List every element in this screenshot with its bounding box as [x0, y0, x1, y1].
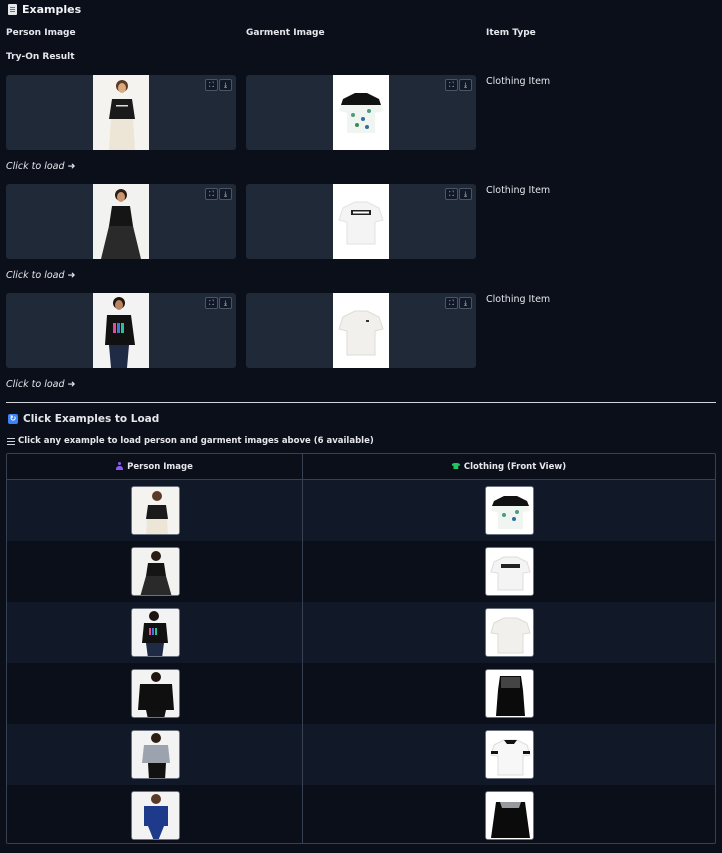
example-clothing-thumbnail[interactable] [485, 791, 534, 840]
example-row[interactable] [7, 541, 715, 602]
fullscreen-icon[interactable]: ⛶ [205, 188, 218, 200]
examples-title-text: Examples [22, 3, 82, 16]
examples-table: Person Image Clothing (Front View) [6, 453, 716, 844]
fullscreen-icon[interactable]: ⛶ [205, 79, 218, 91]
example-clothing-thumbnail[interactable] [485, 547, 534, 596]
garment-image[interactable] [333, 75, 389, 150]
garment-image-card[interactable]: ⛶ ⤓ [246, 75, 476, 150]
example-clothing-thumbnail[interactable] [485, 730, 534, 779]
document-icon [8, 4, 17, 15]
example-person-thumbnail[interactable] [131, 730, 180, 779]
example-row[interactable] [7, 602, 715, 663]
person-image-card[interactable]: ⛶ ⤓ [6, 184, 236, 259]
examples-section-title-text: Click Examples to Load [23, 413, 160, 425]
example-clothing-thumbnail[interactable] [485, 669, 534, 718]
garment-image-card[interactable]: ⛶ ⤓ [246, 184, 476, 259]
garment-image[interactable] [333, 184, 389, 259]
list-icon [7, 437, 15, 445]
table-column-separator [302, 454, 303, 843]
column-header-item-type: Item Type [486, 28, 536, 38]
column-header-person-label: Person Image [127, 462, 193, 472]
refresh-icon: ↻ [8, 414, 18, 424]
person-image-card[interactable]: ⛶ ⤓ [6, 75, 236, 150]
click-to-load-link[interactable]: Click to load ➜ [6, 270, 76, 281]
example-person-thumbnail[interactable] [131, 486, 180, 535]
column-header-person-image: Person Image [7, 454, 302, 480]
example-clothing-thumbnail[interactable] [485, 486, 534, 535]
click-to-load-link[interactable]: Click to load ➜ [6, 379, 76, 390]
example-clothing-thumbnail[interactable] [485, 608, 534, 657]
examples-hint: Click any example to load person and gar… [7, 436, 374, 446]
fullscreen-icon[interactable]: ⛶ [205, 297, 218, 309]
example-row[interactable] [7, 785, 715, 843]
person-image[interactable] [93, 184, 149, 259]
column-header-clothing-label: Clothing (Front View) [463, 462, 567, 472]
example-row[interactable] [7, 480, 715, 541]
download-icon[interactable]: ⤓ [459, 297, 472, 309]
column-header-garment: Garment Image [246, 28, 325, 38]
examples-table-header: Person Image Clothing (Front View) [7, 454, 715, 480]
fullscreen-icon[interactable]: ⛶ [445, 79, 458, 91]
example-row[interactable] [7, 663, 715, 724]
download-icon[interactable]: ⤓ [219, 297, 232, 309]
item-type-label: Clothing Item [486, 76, 551, 87]
column-header-try-on-result: Try-On Result [6, 52, 75, 62]
fullscreen-icon[interactable]: ⛶ [445, 188, 458, 200]
click-to-load-link[interactable]: Click to load ➜ [6, 161, 76, 172]
examples-section-title: ↻ Click Examples to Load [8, 413, 159, 425]
item-type-label: Clothing Item [486, 294, 551, 305]
example-person-thumbnail[interactable] [131, 547, 180, 596]
column-header-clothing: Clothing (Front View) [303, 454, 715, 480]
person-image[interactable] [93, 75, 149, 150]
examples-hint-text: Click any example to load person and gar… [18, 436, 374, 446]
example-person-thumbnail[interactable] [131, 791, 180, 840]
item-type-label: Clothing Item [486, 185, 551, 196]
download-icon[interactable]: ⤓ [459, 188, 472, 200]
fullscreen-icon[interactable]: ⛶ [445, 297, 458, 309]
examples-title: Examples [8, 3, 81, 16]
example-person-thumbnail[interactable] [131, 669, 180, 718]
section-divider [6, 402, 716, 403]
garment-image[interactable] [333, 293, 389, 368]
download-icon[interactable]: ⤓ [459, 79, 472, 91]
example-row[interactable] [7, 724, 715, 785]
shirt-icon [451, 463, 460, 469]
example-person-thumbnail[interactable] [131, 608, 180, 657]
download-icon[interactable]: ⤓ [219, 79, 232, 91]
garment-image-card[interactable]: ⛶ ⤓ [246, 293, 476, 368]
person-image-card[interactable]: ⛶ ⤓ [6, 293, 236, 368]
person-image[interactable] [93, 293, 149, 368]
person-icon [116, 462, 124, 470]
column-header-person: Person Image [6, 28, 76, 38]
download-icon[interactable]: ⤓ [219, 188, 232, 200]
